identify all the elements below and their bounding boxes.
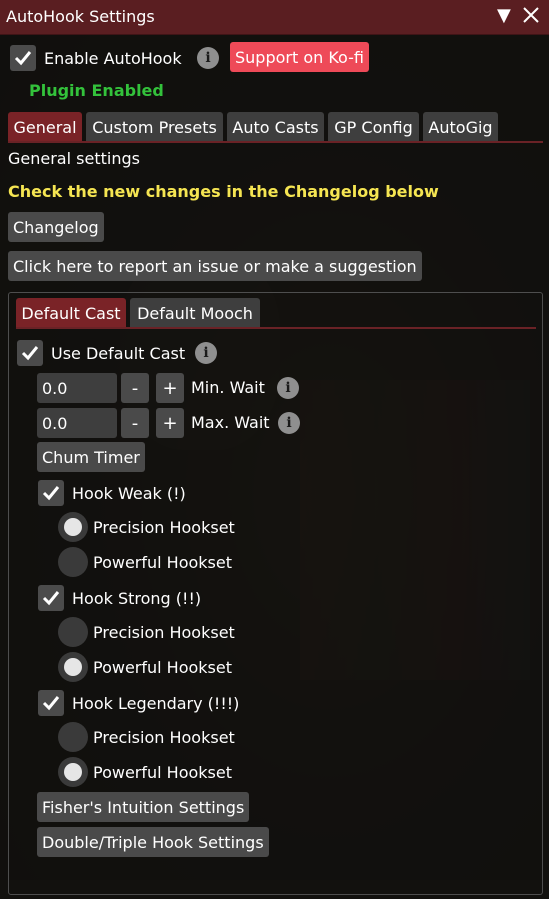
enable-autohook-label: Enable AutoHook — [44, 48, 182, 68]
window-title: AutoHook Settings — [6, 7, 155, 26]
info-icon[interactable]: i — [277, 377, 299, 399]
fishers-intuition-settings-button[interactable]: Fisher's Intuition Settings — [37, 792, 250, 822]
checkmark-icon — [14, 51, 32, 66]
enable-autohook-row: Enable AutoHook — [10, 44, 182, 72]
max-wait-decrement-button[interactable]: - — [121, 408, 149, 438]
max-wait-increment-button[interactable]: + — [156, 408, 184, 438]
hook-weak-precision-option[interactable]: Precision Hookset — [58, 512, 235, 542]
use-default-cast-checkbox[interactable] — [17, 340, 43, 366]
hook-legendary-checkbox[interactable] — [38, 690, 64, 716]
radio-button[interactable] — [58, 722, 88, 752]
hook-legendary-powerful-option[interactable]: Powerful Hookset — [58, 757, 232, 787]
radio-label: Precision Hookset — [93, 622, 235, 642]
tab-underline — [8, 141, 543, 143]
use-default-cast-row: Use Default Cast — [17, 339, 185, 367]
radio-label: Precision Hookset — [93, 727, 235, 747]
radio-label: Powerful Hookset — [93, 762, 233, 782]
min-wait-input[interactable]: 0.0 — [37, 373, 117, 403]
enable-autohook-checkbox[interactable] — [10, 45, 36, 71]
hook-weak-powerful-option[interactable]: Powerful Hookset — [58, 547, 232, 577]
use-default-cast-label: Use Default Cast — [51, 343, 186, 363]
radio-button[interactable] — [58, 652, 88, 682]
radio-button[interactable] — [58, 617, 88, 647]
hook-strong-row: Hook Strong (!!) — [38, 584, 201, 612]
radio-button[interactable] — [58, 757, 88, 787]
collapse-triangle-icon[interactable]: ▼ — [497, 6, 511, 26]
tab-custom-presets[interactable]: Custom Presets — [86, 112, 223, 142]
radio-button[interactable] — [58, 547, 88, 577]
hook-weak-checkbox[interactable] — [38, 480, 64, 506]
hook-strong-precision-option[interactable]: Precision Hookset — [58, 617, 235, 647]
chum-timer-button[interactable]: Chum Timer — [37, 442, 145, 472]
hook-legendary-precision-option[interactable]: Precision Hookset — [58, 722, 235, 752]
min-wait-label: Min. Wait — [191, 378, 265, 397]
checkmark-icon — [42, 696, 60, 711]
radio-label: Powerful Hookset — [93, 657, 233, 677]
tab-gp-config[interactable]: GP Config — [328, 112, 419, 142]
hook-strong-powerful-option[interactable]: Powerful Hookset — [58, 652, 232, 682]
tab-autogig[interactable]: AutoGig — [423, 112, 498, 142]
changelog-button[interactable]: Changelog — [8, 212, 104, 242]
min-wait-increment-button[interactable]: + — [156, 373, 184, 403]
checkmark-icon — [42, 591, 60, 606]
changelog-notice: Check the new changes in the Changelog b… — [8, 182, 439, 201]
radio-label: Powerful Hookset — [93, 552, 233, 572]
info-icon[interactable]: i — [197, 47, 219, 69]
plugin-status-text: Plugin Enabled — [29, 81, 164, 100]
hook-legendary-label: Hook Legendary (!!!) — [72, 693, 240, 713]
info-icon[interactable]: i — [195, 342, 217, 364]
hook-weak-label: Hook Weak (!) — [72, 483, 186, 503]
hook-legendary-row: Hook Legendary (!!!) — [38, 689, 239, 717]
checkmark-icon — [21, 346, 39, 361]
checkmark-icon — [42, 486, 60, 501]
section-heading: General settings — [8, 149, 140, 168]
close-icon[interactable] — [522, 6, 540, 29]
radio-label: Precision Hookset — [93, 517, 235, 537]
radio-button[interactable] — [58, 512, 88, 542]
info-icon[interactable]: i — [278, 412, 300, 434]
tab-default-cast[interactable]: Default Cast — [16, 298, 126, 328]
hook-weak-row: Hook Weak (!) — [38, 479, 186, 507]
hook-strong-checkbox[interactable] — [38, 585, 64, 611]
support-kofi-button[interactable]: Support on Ko-fi — [230, 42, 369, 72]
double-triple-hook-settings-button[interactable]: Double/Triple Hook Settings — [37, 827, 269, 857]
hook-strong-label: Hook Strong (!!) — [72, 588, 202, 608]
cast-tab-underline — [16, 327, 536, 329]
max-wait-label: Max. Wait — [191, 413, 270, 432]
tab-auto-casts[interactable]: Auto Casts — [227, 112, 324, 142]
title-bar[interactable]: AutoHook Settings ▼ — [0, 0, 549, 35]
tab-default-mooch[interactable]: Default Mooch — [130, 298, 260, 328]
min-wait-decrement-button[interactable]: - — [121, 373, 149, 403]
report-issue-button[interactable]: Click here to report an issue or make a … — [8, 251, 422, 281]
autohook-settings-window: AutoHook Settings ▼ Enable AutoHook i Su… — [0, 0, 549, 899]
tab-general[interactable]: General — [8, 112, 82, 142]
max-wait-input[interactable]: 0.0 — [37, 408, 117, 438]
